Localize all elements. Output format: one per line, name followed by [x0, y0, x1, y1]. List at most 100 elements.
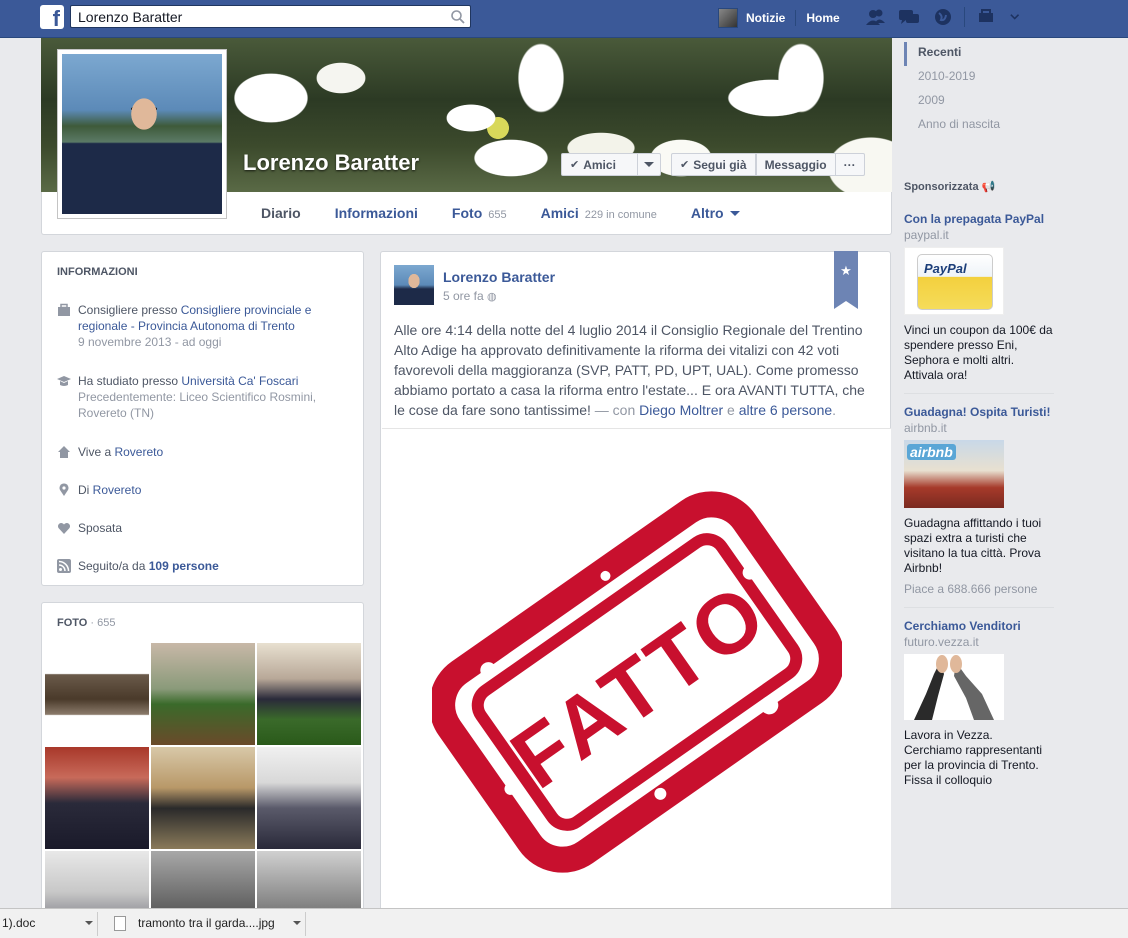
- download-bar: 1).doc tramonto tra il garda....jpg: [0, 908, 1128, 938]
- info-study: Ha studiato presso Università Ca' Foscar…: [57, 373, 352, 421]
- notification-icons: [862, 5, 1033, 29]
- tab-friends[interactable]: Amici 229 in comune: [541, 205, 657, 221]
- photo-thumbnail[interactable]: [151, 747, 255, 849]
- profile-picture[interactable]: [57, 49, 227, 219]
- info-work-text: Consigliere presso Consigliere provincia…: [78, 302, 352, 350]
- post-body: Alle ore 4:14 della notte del 4 luglio 2…: [394, 320, 879, 420]
- tab-timeline[interactable]: Diario: [261, 205, 301, 221]
- globe-privacy-icon: ◍: [487, 291, 497, 303]
- chevron-down-icon[interactable]: [293, 921, 301, 925]
- study-link[interactable]: Università Ca' Foscari: [181, 374, 298, 388]
- photo-thumbnail[interactable]: [45, 851, 149, 911]
- year-item-2009[interactable]: 2009: [904, 90, 1054, 114]
- more-options-button[interactable]: ···: [835, 153, 865, 176]
- info-work: Consigliere presso Consigliere provincia…: [57, 302, 352, 350]
- followers-link[interactable]: 109 persone: [149, 559, 219, 573]
- info-lives-text: Vive a Rovereto: [78, 444, 163, 460]
- photo-thumbnail[interactable]: [45, 643, 149, 745]
- user-avatar[interactable]: [718, 8, 738, 28]
- info-work-prefix: Consigliere presso: [78, 303, 181, 317]
- photos-count: · 655: [87, 617, 116, 629]
- paypal-logo: PayPal: [924, 261, 967, 276]
- download-item[interactable]: tramonto tra il garda....jpg: [106, 912, 306, 936]
- timeline-years-nav: Recenti 2010-2019 2009 Anno di nascita: [904, 42, 1054, 138]
- airbnb-room-image[interactable]: airbnb: [904, 440, 1004, 508]
- tab-label: Altro: [690, 205, 724, 221]
- year-item-2010-2019[interactable]: 2010-2019: [904, 66, 1054, 90]
- home-link[interactable]: Home: [806, 11, 839, 25]
- ad-title[interactable]: Guadagna! Ospita Turisti!: [904, 404, 1054, 420]
- handshake-image[interactable]: [904, 654, 1004, 720]
- tab-more[interactable]: Altro: [691, 205, 740, 221]
- airbnb-logo: airbnb: [907, 444, 956, 460]
- friends-label: Amici: [583, 157, 616, 172]
- ad-title[interactable]: Cerchiamo Venditori: [904, 618, 1054, 634]
- tag-link[interactable]: Diego Moltrer: [639, 402, 723, 418]
- news-link[interactable]: Notizie: [746, 11, 785, 25]
- megaphone-icon: 📢: [981, 181, 996, 193]
- year-item-birth[interactable]: Anno di nascita: [904, 114, 1054, 138]
- info-study-text: Ha studiato presso Università Ca' Foscar…: [78, 373, 352, 421]
- tag-others-link[interactable]: altre 6 persone: [739, 402, 832, 418]
- ad-item[interactable]: Cerchiamo Venditori futuro.vezza.it Lavo…: [904, 618, 1054, 798]
- search-icon[interactable]: [450, 9, 466, 25]
- ad-item[interactable]: Con la prepagata PayPal paypal.it PayPal…: [904, 211, 1054, 394]
- friends-button[interactable]: ✔ Amici: [561, 153, 661, 176]
- sponsored-title: Sponsorizzata: [904, 181, 979, 193]
- high-five-illustration: [914, 655, 994, 720]
- info-relationship: Sposata: [57, 520, 352, 536]
- download-item[interactable]: 1).doc: [0, 912, 98, 936]
- post-timestamp[interactable]: 5 ore fa ◍: [443, 289, 497, 303]
- friend-requests-icon[interactable]: [862, 5, 888, 29]
- chevron-down-icon[interactable]: [85, 921, 93, 925]
- follow-message-group: ✔ Segui già Messaggio ···: [671, 153, 865, 176]
- info-from-prefix: Di: [78, 483, 93, 497]
- info-from-text: Di Rovereto: [78, 482, 141, 498]
- from-link[interactable]: Rovereto: [93, 483, 142, 497]
- photo-thumbnail[interactable]: [151, 643, 255, 745]
- post-with: — con: [590, 402, 640, 418]
- lives-link[interactable]: Rovereto: [114, 445, 163, 459]
- photos-title[interactable]: FOTO · 655: [42, 603, 363, 629]
- search-input[interactable]: [71, 6, 441, 27]
- photo-thumbnail[interactable]: [45, 747, 149, 849]
- photo-thumbnail[interactable]: [257, 747, 361, 849]
- messages-icon[interactable]: [896, 5, 922, 29]
- photo-thumbnail[interactable]: [257, 851, 361, 911]
- rss-icon: [57, 559, 71, 573]
- post-and: e: [723, 402, 739, 418]
- timeline-post: Lorenzo Baratter 5 ore fa ◍ ★ Alle ore 4…: [380, 251, 891, 912]
- tab-label: Informazioni: [334, 205, 418, 221]
- tab-photos[interactable]: Foto 655: [452, 205, 507, 221]
- download-filename: tramonto tra il garda....jpg: [138, 916, 275, 930]
- star-highlight-ribbon[interactable]: ★: [834, 251, 858, 309]
- stamp-text: FATTO: [495, 564, 784, 806]
- ad-domain: paypal.it: [904, 228, 949, 242]
- tab-about[interactable]: Informazioni: [335, 205, 418, 221]
- message-button[interactable]: Messaggio: [755, 153, 836, 176]
- profile-photo-image: [62, 54, 222, 214]
- privacy-shortcuts-icon[interactable]: [973, 5, 999, 29]
- info-lives: Vive a Rovereto: [57, 444, 352, 460]
- checkmark-icon: ✔: [680, 159, 690, 171]
- profile-name[interactable]: Lorenzo Baratter: [243, 150, 419, 176]
- photo-thumbnail[interactable]: [257, 643, 361, 745]
- ad-item[interactable]: Guadagna! Ospita Turisti! airbnb.it airb…: [904, 404, 1054, 608]
- year-item-recent[interactable]: Recenti: [904, 42, 1054, 66]
- ad-title[interactable]: Con la prepagata PayPal: [904, 211, 1054, 227]
- paypal-card: PayPal: [917, 254, 993, 310]
- heart-icon: [57, 522, 71, 534]
- post-author-avatar[interactable]: [394, 265, 434, 305]
- post-period: .: [832, 402, 837, 418]
- settings-chevron-down-icon[interactable]: [1007, 5, 1033, 29]
- paypal-card-image[interactable]: PayPal: [904, 247, 1004, 315]
- top-nav: Notizie Home: [718, 6, 840, 30]
- checkmark-icon: ✔: [570, 159, 580, 171]
- globe-notifications-icon[interactable]: [930, 5, 956, 29]
- post-image[interactable]: FATTO: [382, 428, 891, 912]
- following-button[interactable]: ✔ Segui già: [671, 153, 756, 176]
- facebook-logo-icon[interactable]: f: [40, 5, 64, 29]
- post-author-name[interactable]: Lorenzo Baratter: [443, 269, 555, 285]
- tab-label: Foto: [451, 205, 483, 221]
- photo-thumbnail[interactable]: [151, 851, 255, 911]
